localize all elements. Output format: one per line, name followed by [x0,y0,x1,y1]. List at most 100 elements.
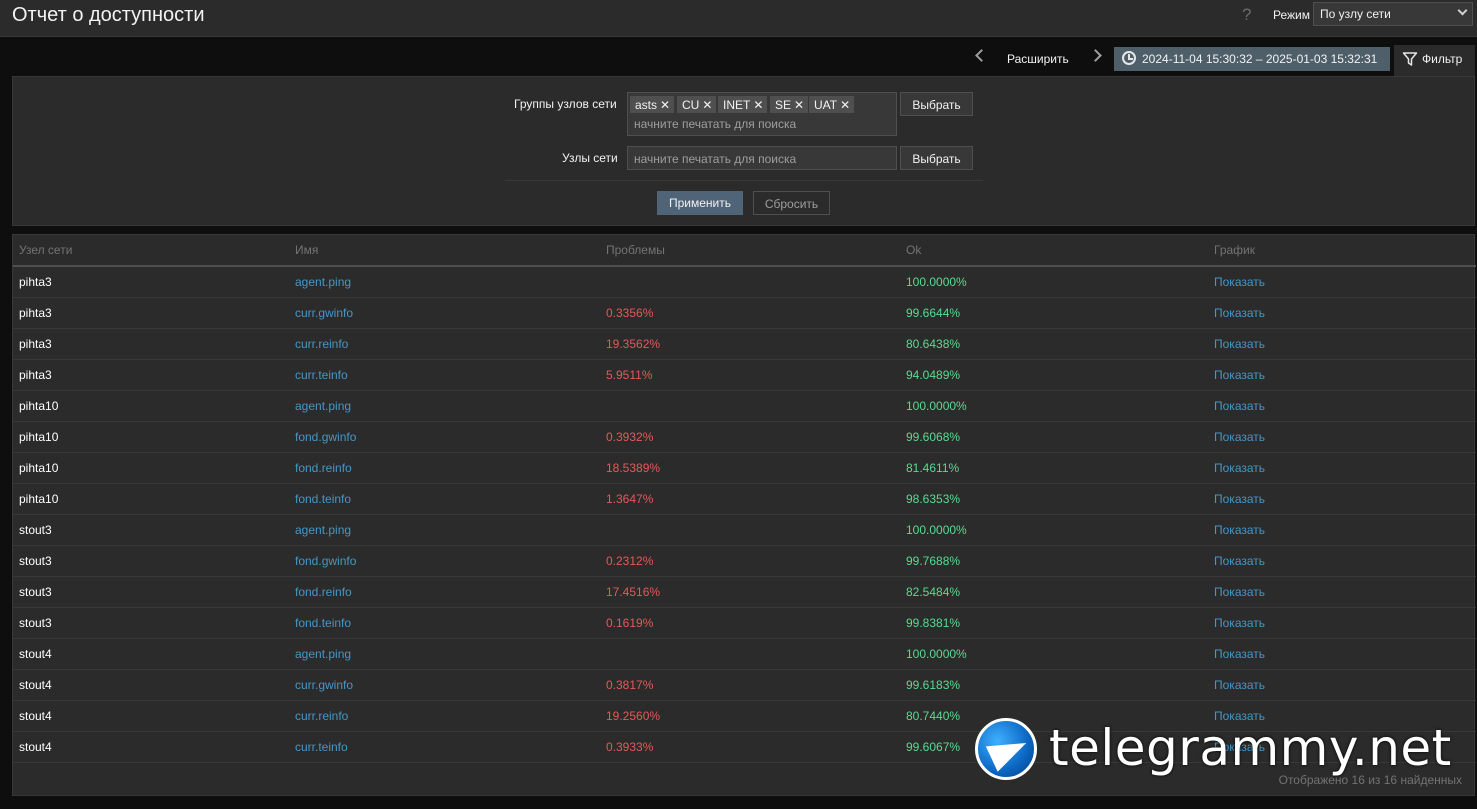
ok-cell: 80.6438% [900,328,1208,360]
item-name-link[interactable]: curr.gwinfo [289,669,600,701]
page-header: Отчет о доступности ? Режим По узлу сети [0,0,1477,37]
remove-chip-icon[interactable]: ✕ [753,98,763,112]
table-row: stout3 agent.ping 100.0000% Показать [13,514,1476,546]
availability-table: Узел сети Имя Проблемы Ok График pihta3 a… [13,235,1476,763]
host-groups-multiselect[interactable]: asts ✕ CU ✕ INET ✕ SE ✕ UAT ✕ начните печатат… [627,92,897,136]
show-graph-link[interactable]: Показать [1208,421,1476,453]
host-cell: stout4 [13,731,289,763]
problems-cell [600,266,900,298]
item-name-link[interactable]: agent.ping [289,390,600,422]
show-graph-link[interactable]: Показать [1208,359,1476,391]
chevron-down-icon [1457,5,1468,16]
item-name-link[interactable]: curr.teinfo [289,359,600,391]
group-chip-label: asts [635,98,658,112]
table-row: pihta10 agent.ping 100.0000% Показать [13,390,1476,422]
item-name-link[interactable]: fond.gwinfo [289,421,600,453]
problems-cell: 19.3562% [600,328,900,360]
problems-cell: 5.9511% [600,359,900,391]
reset-button[interactable]: Сбросить [753,191,830,215]
hosts-search-input[interactable]: начните печатать для поиска [627,146,897,170]
mode-select[interactable]: По узлу сети [1313,2,1473,26]
item-name-link[interactable]: fond.reinfo [289,576,600,608]
host-cell: pihta10 [13,483,289,515]
group-chip: CU ✕ [677,96,717,113]
help-icon[interactable]: ? [1242,5,1251,25]
table-header-row: Узел сети Имя Проблемы Ok График [13,235,1476,267]
select-groups-button[interactable]: Выбрать [900,92,973,116]
ok-cell: 99.7688% [900,545,1208,577]
host-cell: stout3 [13,576,289,608]
show-graph-link[interactable]: Показать [1208,576,1476,608]
item-name-link[interactable]: curr.reinfo [289,328,600,360]
table-row: pihta10 fond.gwinfo 0.3932% 99.6068% Показат… [13,421,1476,453]
show-graph-link[interactable]: Показать [1208,514,1476,546]
host-cell: stout3 [13,514,289,546]
show-graph-link[interactable]: Показать [1208,266,1476,298]
item-name-link[interactable]: fond.reinfo [289,452,600,484]
apply-button[interactable]: Применить [657,191,743,215]
show-graph-link[interactable]: Показать [1208,669,1476,701]
select-hosts-button[interactable]: Выбрать [900,146,973,170]
host-cell: pihta3 [13,328,289,360]
column-header-host[interactable]: Узел сети [13,235,289,267]
table-row: stout3 fond.gwinfo 0.2312% 99.7688% Показать [13,545,1476,577]
item-name-link[interactable]: curr.gwinfo [289,297,600,329]
chevron-left-icon[interactable] [975,49,988,62]
filter-divider [505,180,983,181]
problems-cell: 0.1619% [600,607,900,639]
show-graph-link[interactable]: Показать [1208,638,1476,670]
ok-cell: 81.4611% [900,452,1208,484]
table-row: pihta3 curr.teinfo 5.9511% 94.0489% Показать [13,359,1476,391]
groups-search-placeholder[interactable]: начните печатать для поиска [634,117,796,131]
remove-chip-icon[interactable]: ✕ [660,98,670,112]
problems-cell [600,390,900,422]
ok-cell: 94.0489% [900,359,1208,391]
problems-cell: 0.3356% [600,297,900,329]
item-name-link[interactable]: fond.gwinfo [289,545,600,577]
ok-cell: 99.6183% [900,669,1208,701]
tab-time-range[interactable]: 2024-11-04 15:30:32 – 2025-01-03 15:32:3… [1114,47,1390,71]
show-graph-link[interactable]: Показать [1208,607,1476,639]
problems-cell [600,514,900,546]
mode-select-value: По узлу сети [1320,7,1391,21]
show-graph-link[interactable]: Показать [1208,452,1476,484]
item-name-link[interactable]: fond.teinfo [289,483,600,515]
filter-icon [1402,52,1418,66]
problems-cell: 0.3933% [600,731,900,763]
expand-button[interactable]: Расширить [1007,52,1069,66]
show-graph-link[interactable]: Показать [1208,297,1476,329]
show-graph-link[interactable]: Показать [1208,545,1476,577]
host-cell: stout4 [13,700,289,732]
ok-cell: 99.6644% [900,297,1208,329]
problems-cell: 0.3817% [600,669,900,701]
group-chip: SE ✕ [770,96,809,113]
item-name-link[interactable]: fond.teinfo [289,607,600,639]
host-cell: pihta3 [13,297,289,329]
item-name-link[interactable]: curr.teinfo [289,731,600,763]
host-cell: pihta3 [13,266,289,298]
group-chip: asts ✕ [630,96,675,113]
item-name-link[interactable]: agent.ping [289,266,600,298]
item-name-link[interactable]: agent.ping [289,638,600,670]
show-graph-link[interactable]: Показать [1208,483,1476,515]
host-cell: pihta3 [13,359,289,391]
tab-filter[interactable]: Фильтр [1394,45,1475,76]
item-name-link[interactable]: curr.reinfo [289,700,600,732]
remove-chip-icon[interactable]: ✕ [702,98,712,112]
watermark-text: telegrammy.net [1049,719,1452,777]
show-graph-link[interactable]: Показать [1208,328,1476,360]
group-chip-label: CU [682,98,700,112]
problems-cell: 17.4516% [600,576,900,608]
watermark: telegrammy.net [975,718,1475,780]
column-header-name[interactable]: Имя [289,235,600,267]
remove-chip-icon[interactable]: ✕ [794,98,804,112]
item-name-link[interactable]: agent.ping [289,514,600,546]
filter-tab-label: Фильтр [1422,52,1463,66]
column-header-problems: Проблемы [600,235,900,267]
show-graph-link[interactable]: Показать [1208,390,1476,422]
chevron-right-icon[interactable] [1089,49,1102,62]
ok-cell: 100.0000% [900,390,1208,422]
ok-cell: 100.0000% [900,266,1208,298]
host-cell: stout4 [13,638,289,670]
remove-chip-icon[interactable]: ✕ [840,98,850,112]
